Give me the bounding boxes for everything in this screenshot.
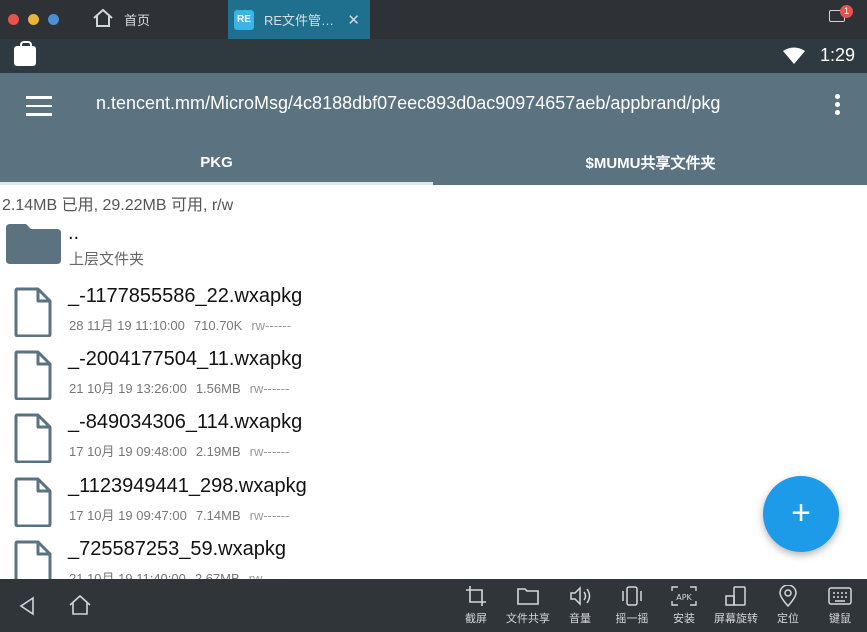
- tool-label: 屏幕旋转: [714, 613, 758, 625]
- parent-folder-name: ..: [68, 222, 80, 244]
- hamburger-menu-icon[interactable]: [26, 96, 52, 116]
- file-icon: [14, 477, 52, 527]
- file-date: 17 10月 19 09:47:00: [69, 508, 187, 523]
- file-permissions: rw------: [251, 318, 292, 333]
- file-permissions: rw------: [249, 508, 290, 523]
- file-permissions: rw------: [248, 571, 289, 579]
- file-name: _-2004177504_11.wxapkg: [68, 348, 303, 370]
- file-icon: [14, 350, 52, 400]
- screenshot-button[interactable]: 截屏: [452, 585, 500, 626]
- rotate-icon: [725, 586, 746, 606]
- active-tab-indicator: [0, 182, 433, 185]
- tool-label: 摇一摇: [615, 613, 649, 625]
- file-size: 2.67MB: [194, 571, 240, 579]
- wifi-icon: [783, 47, 805, 64]
- list-item[interactable]: _1123949441_298.wxapkg 17 10月 19 09:47:0…: [0, 471, 867, 533]
- tool-label: 安装: [673, 613, 695, 625]
- app-toolbar: n.tencent.mm/MicroMsg/4c8188dbf07eec893d…: [0, 73, 867, 139]
- file-icon: [14, 413, 52, 463]
- host-tab-re-file-manager[interactable]: RE RE文件管… ✕: [228, 0, 370, 39]
- file-date: 28 11月 19 11:10:00: [69, 318, 185, 333]
- file-permissions: rw------: [249, 381, 290, 396]
- shake-button[interactable]: 摇一摇: [608, 585, 656, 626]
- minimize-window-button[interactable]: [28, 14, 39, 25]
- location-button[interactable]: 定位: [764, 585, 812, 626]
- file-size: 1.56MB: [195, 381, 241, 396]
- tool-label: 文件共享: [506, 613, 550, 625]
- file-size: 7.14MB: [195, 508, 241, 523]
- host-tab-label: RE文件管…: [264, 13, 335, 28]
- file-date: 21 10月 19 13:26:00: [69, 381, 187, 396]
- file-size: 710.70K: [193, 318, 243, 333]
- file-meta: 17 10月 19 09:47:00 7.14MB rw------: [69, 505, 298, 524]
- shopping-bag-icon: [14, 41, 36, 66]
- file-icon: [14, 540, 52, 579]
- tool-label: 定位: [777, 613, 799, 625]
- apk-install-icon: APK: [671, 586, 697, 606]
- mail-badge: 1: [840, 5, 853, 18]
- file-name: _-1177855586_22.wxapkg: [68, 285, 303, 307]
- tool-label: 截屏: [465, 613, 487, 625]
- tab-bar: PKG $MUMU共享文件夹: [0, 139, 867, 185]
- close-icon[interactable]: ✕: [347, 11, 360, 29]
- install-apk-button[interactable]: APK 安装: [660, 585, 708, 626]
- file-meta: 21 10月 19 11:40:00 2.67MB rw------: [69, 568, 297, 579]
- keyboard-icon: [828, 587, 852, 605]
- file-share-button[interactable]: 文件共享: [504, 585, 552, 626]
- tab-pkg[interactable]: PKG: [0, 139, 433, 185]
- list-item-parent-folder[interactable]: .. 上层文件夹: [0, 222, 867, 284]
- close-window-button[interactable]: [8, 14, 19, 25]
- keyboard-mouse-button[interactable]: 键鼠: [816, 585, 864, 626]
- home-icon: [92, 8, 114, 31]
- file-date: 17 10月 19 09:48:00: [69, 444, 187, 459]
- parent-folder-subtitle: 上层文件夹: [69, 251, 145, 268]
- file-meta: 17 10月 19 09:48:00 2.19MB rw------: [69, 441, 298, 460]
- add-fab-button[interactable]: +: [763, 476, 839, 552]
- list-item[interactable]: _-849034306_114.wxapkg 17 10月 19 09:48:0…: [0, 407, 867, 469]
- status-time: 1:29: [819, 45, 855, 65]
- rotate-screen-button[interactable]: 屏幕旋转: [712, 585, 760, 626]
- emulator-title-bar: 首页 RE RE文件管… ✕ 1: [0, 0, 867, 39]
- tool-label: 音量: [569, 613, 591, 625]
- file-name: _1123949441_298.wxapkg: [68, 475, 307, 497]
- file-meta: 21 10月 19 13:26:00 1.56MB rw------: [69, 378, 298, 397]
- re-app-icon: RE: [234, 9, 254, 30]
- back-icon[interactable]: [18, 596, 36, 616]
- crop-icon: [466, 586, 486, 606]
- volume-button[interactable]: 音量: [556, 585, 604, 626]
- file-size: 2.19MB: [195, 444, 241, 459]
- file-icon: [14, 287, 52, 337]
- volume-icon: [570, 586, 591, 606]
- file-name: _725587253_59.wxapkg: [68, 538, 286, 560]
- status-bar: 1:29: [0, 39, 867, 73]
- more-options-icon[interactable]: [835, 94, 841, 118]
- file-name: _-849034306_114.wxapkg: [68, 411, 303, 433]
- android-screen: 1:29 n.tencent.mm/MicroMsg/4c8188dbf07ee…: [0, 39, 867, 579]
- list-item[interactable]: _-1177855586_22.wxapkg 28 11月 19 11:10:0…: [0, 281, 867, 343]
- list-item[interactable]: _725587253_59.wxapkg 21 10月 19 11:40:00 2…: [0, 534, 867, 579]
- file-permissions: rw------: [249, 444, 290, 459]
- list-item[interactable]: _-2004177504_11.wxapkg 21 10月 19 13:26:0…: [0, 344, 867, 406]
- location-icon: [779, 585, 797, 607]
- folder-icon: [517, 588, 539, 605]
- shake-icon: [622, 586, 642, 606]
- current-path: n.tencent.mm/MicroMsg/4c8188dbf07eec893d…: [96, 93, 721, 113]
- settings-window-button[interactable]: [48, 14, 59, 25]
- file-date: 21 10月 19 11:40:00: [69, 571, 186, 579]
- tab-mumu-shared-folder[interactable]: $MUMU共享文件夹: [434, 139, 867, 185]
- file-meta: 28 11月 19 11:10:00 710.70K rw------: [69, 315, 300, 334]
- home-icon[interactable]: [68, 594, 92, 616]
- storage-info: 2.14MB 已用, 29.22MB 可用, r/w: [2, 197, 234, 214]
- tool-label: 键鼠: [829, 613, 851, 625]
- host-tab-label: 首页: [124, 13, 151, 28]
- host-tab-home[interactable]: 首页: [86, 0, 226, 39]
- svg-text:APK: APK: [676, 593, 692, 602]
- folder-icon: [6, 224, 61, 264]
- emulator-bottom-bar: 截屏 文件共享 音量 摇一摇 APK 安装 屏幕旋转 定位 键鼠: [0, 579, 867, 632]
